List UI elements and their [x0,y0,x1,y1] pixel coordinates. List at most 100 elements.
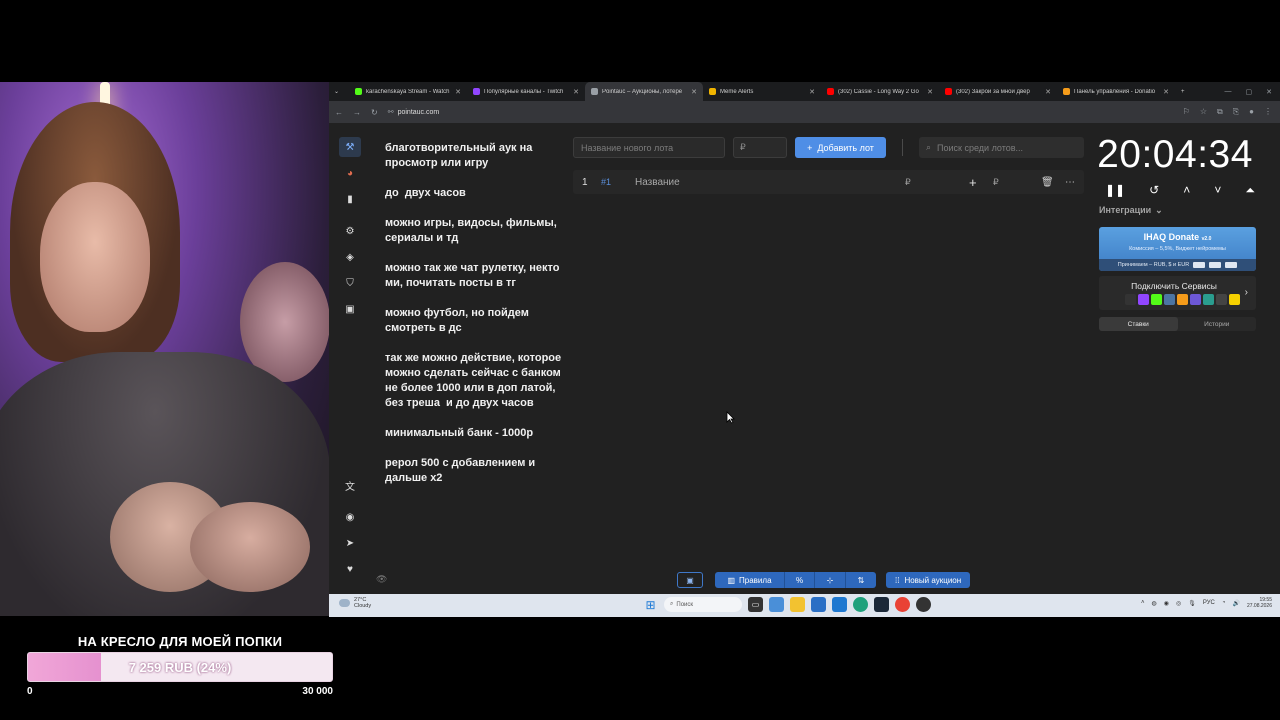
browser-tab[interactable]: karachenskaya Stream - Watch ✕ [349,82,467,101]
new-lot-name-input[interactable]: Название нового лота [573,137,725,158]
close-tab-icon[interactable]: ✕ [927,88,933,96]
integrations-dropdown[interactable]: Интеграции ⌄ [1099,205,1163,216]
stats-icon[interactable]: ▮ [339,189,361,209]
close-tab-icon[interactable]: ✕ [455,88,461,96]
store-icon[interactable] [811,597,826,612]
site-info-icon[interactable]: ⚯ [388,108,394,116]
volume-icon[interactable]: 🔊 [1232,600,1239,607]
browser-tab[interactable]: (302) Cassie - Long Way 2 Go ✕ [821,82,939,101]
wifi-icon[interactable]: ◔ [1222,600,1226,606]
close-window-button[interactable]: ✕ [1266,88,1272,96]
close-tab-icon[interactable]: ✕ [1045,88,1051,96]
chrome-icon[interactable] [895,597,910,612]
percent-button[interactable]: % [785,572,815,588]
maximize-button[interactable]: ▢ [1246,88,1253,96]
browser-tab[interactable]: Pointauc – Аукционы, лотере ✕ [585,82,703,101]
clock-date: 27.08.2026 [1246,603,1272,609]
system-tray: ˄ ◍ ◉ ◎ 🎙 РУС ◔ 🔊 19:55 27.08.2026 [1141,597,1272,609]
github-icon[interactable]: ◉ [339,507,361,527]
tab-list-button[interactable]: ⌄ [329,82,349,101]
obs-icon[interactable] [916,597,931,612]
more-icon[interactable]: ⋯ [1065,170,1075,194]
translate-icon[interactable]: 文 [339,475,361,495]
tab-bids[interactable]: Ставки [1099,317,1178,331]
url-field[interactable]: ⚯ pointauc.com [388,108,440,117]
chevron-up-icon[interactable]: ˄ [1141,600,1145,606]
microphone-icon[interactable]: 🎙 [1188,600,1196,607]
double-chevron-up-icon[interactable]: ⏶ [1245,183,1255,198]
translate-icon[interactable]: ⚐ [1183,107,1190,117]
tray-app-icon[interactable]: ◎ [1176,600,1181,607]
language-indicator[interactable]: РУС [1203,600,1215,606]
sidebar-icon[interactable]: ⎘ [1233,107,1239,117]
tab-history[interactable]: Истории [1178,317,1257,331]
reload-icon[interactable]: ↻ [371,108,378,117]
reset-icon[interactable]: ↺ [1149,183,1159,197]
goal-progress-bar: 7 259 RUB (24%) [27,652,333,682]
pause-icon[interactable]: ❚❚ [1105,183,1125,197]
trash-icon[interactable]: 🗑 [1041,170,1054,194]
close-tab-icon[interactable]: ✕ [1163,88,1169,96]
lot-amount[interactable]: ₽ [905,170,911,194]
bookmark-star-icon[interactable]: ☆ [1200,107,1207,117]
library-icon[interactable]: ▣ [339,299,361,319]
menu-icon[interactable]: ⋮ [1264,107,1272,117]
chevron-up-icon[interactable]: ˄ [1183,183,1190,197]
lot-add-amount[interactable]: ₽ [993,170,999,194]
app-icon[interactable] [769,597,784,612]
edge-icon[interactable] [853,597,868,612]
task-view-icon[interactable]: ▭ [748,597,763,612]
auction-hammer-icon[interactable]: ⚒ [339,137,361,157]
close-tab-icon[interactable]: ✕ [809,88,815,96]
file-explorer-icon[interactable] [790,597,805,612]
browser-window: ⌄ karachenskaya Stream - Watch ✕ Популярны… [329,82,1280,617]
lot-id[interactable]: #1 [601,170,611,194]
weather-widget[interactable]: 27°C Cloudy [339,597,371,609]
align-button[interactable]: ⊹ [815,572,846,588]
save-icon: ▣ [686,575,694,585]
lot-name-input[interactable]: Название [635,170,680,194]
close-tab-icon[interactable]: ✕ [691,88,697,96]
lot-search-input[interactable]: ⌕ Поиск среди лотов... [919,137,1084,158]
new-auction-button[interactable]: ⁞⁞ Новый аукцион [886,572,971,588]
back-icon[interactable]: ← [335,108,343,117]
windows-start-icon[interactable]: ⊞ [643,597,658,612]
steam-icon[interactable] [874,597,889,612]
profile-avatar[interactable]: ● [1249,107,1254,117]
minimize-button[interactable]: — [1225,88,1232,96]
chevron-down-icon[interactable]: ˅ [1214,183,1221,197]
connect-services-card[interactable]: Подключить Сервисы › [1099,276,1256,310]
sort-button[interactable]: ⇅ [846,572,876,588]
rules-button[interactable]: ▥ Правила [715,572,785,588]
tray-app-icon[interactable]: ◍ [1151,600,1156,607]
telegram-icon[interactable]: ➤ [339,533,361,553]
save-button[interactable]: ▣ [677,572,703,588]
donate-version: v2.0 [1201,236,1212,242]
browser-tab[interactable]: Панель управления - Donatio ✕ [1057,82,1175,101]
new-auction-label: Новый аукцион [904,575,962,585]
lot-row[interactable]: 1 #1 Название ₽ + ₽ 🗑 ⋯ [573,170,1084,194]
browser-tab[interactable]: Популярные каналы - Twitch ✕ [467,82,585,101]
close-tab-icon[interactable]: ✕ [573,88,579,96]
extensions-icon[interactable]: ⧉ [1217,107,1223,117]
outlook-icon[interactable] [832,597,847,612]
add-lot-button[interactable]: + Добавить лот [795,137,886,158]
tray-app-icon[interactable]: ◉ [1164,600,1169,607]
ihaq-donate-card[interactable]: IHAQ Donate v2.0 Комиссия – 5,5%, Виджет… [1099,227,1256,271]
forward-icon[interactable]: → [353,108,361,117]
new-tab-button[interactable]: + [1175,82,1193,101]
lot-amount-input[interactable]: ₽ [733,137,787,158]
layers-icon[interactable]: ◈ [339,247,361,267]
settings-gear-icon[interactable]: ⚙ [339,221,361,241]
browser-tab[interactable]: Meme Alerts ✕ [703,82,821,101]
taskbar-search[interactable]: ⌕ Поиск [664,597,742,612]
wheel-icon[interactable]: ◕ [339,163,361,183]
plus-icon: + [807,142,813,153]
bottom-toolbar: 👁 ▣ ▥ Правила % ⊹ ⇅ ⁞⁞ Новый аукцион [329,570,1280,590]
book-icon: ▥ [727,575,736,585]
eye-icon[interactable]: 👁 [376,574,387,585]
browser-tab[interactable]: (302) Закрой за мной двер ✕ [939,82,1057,101]
shield-icon[interactable]: ⛉ [339,273,361,293]
clock[interactable]: 19:55 27.08.2026 [1247,597,1272,609]
add-amount-icon[interactable]: + [969,170,977,194]
